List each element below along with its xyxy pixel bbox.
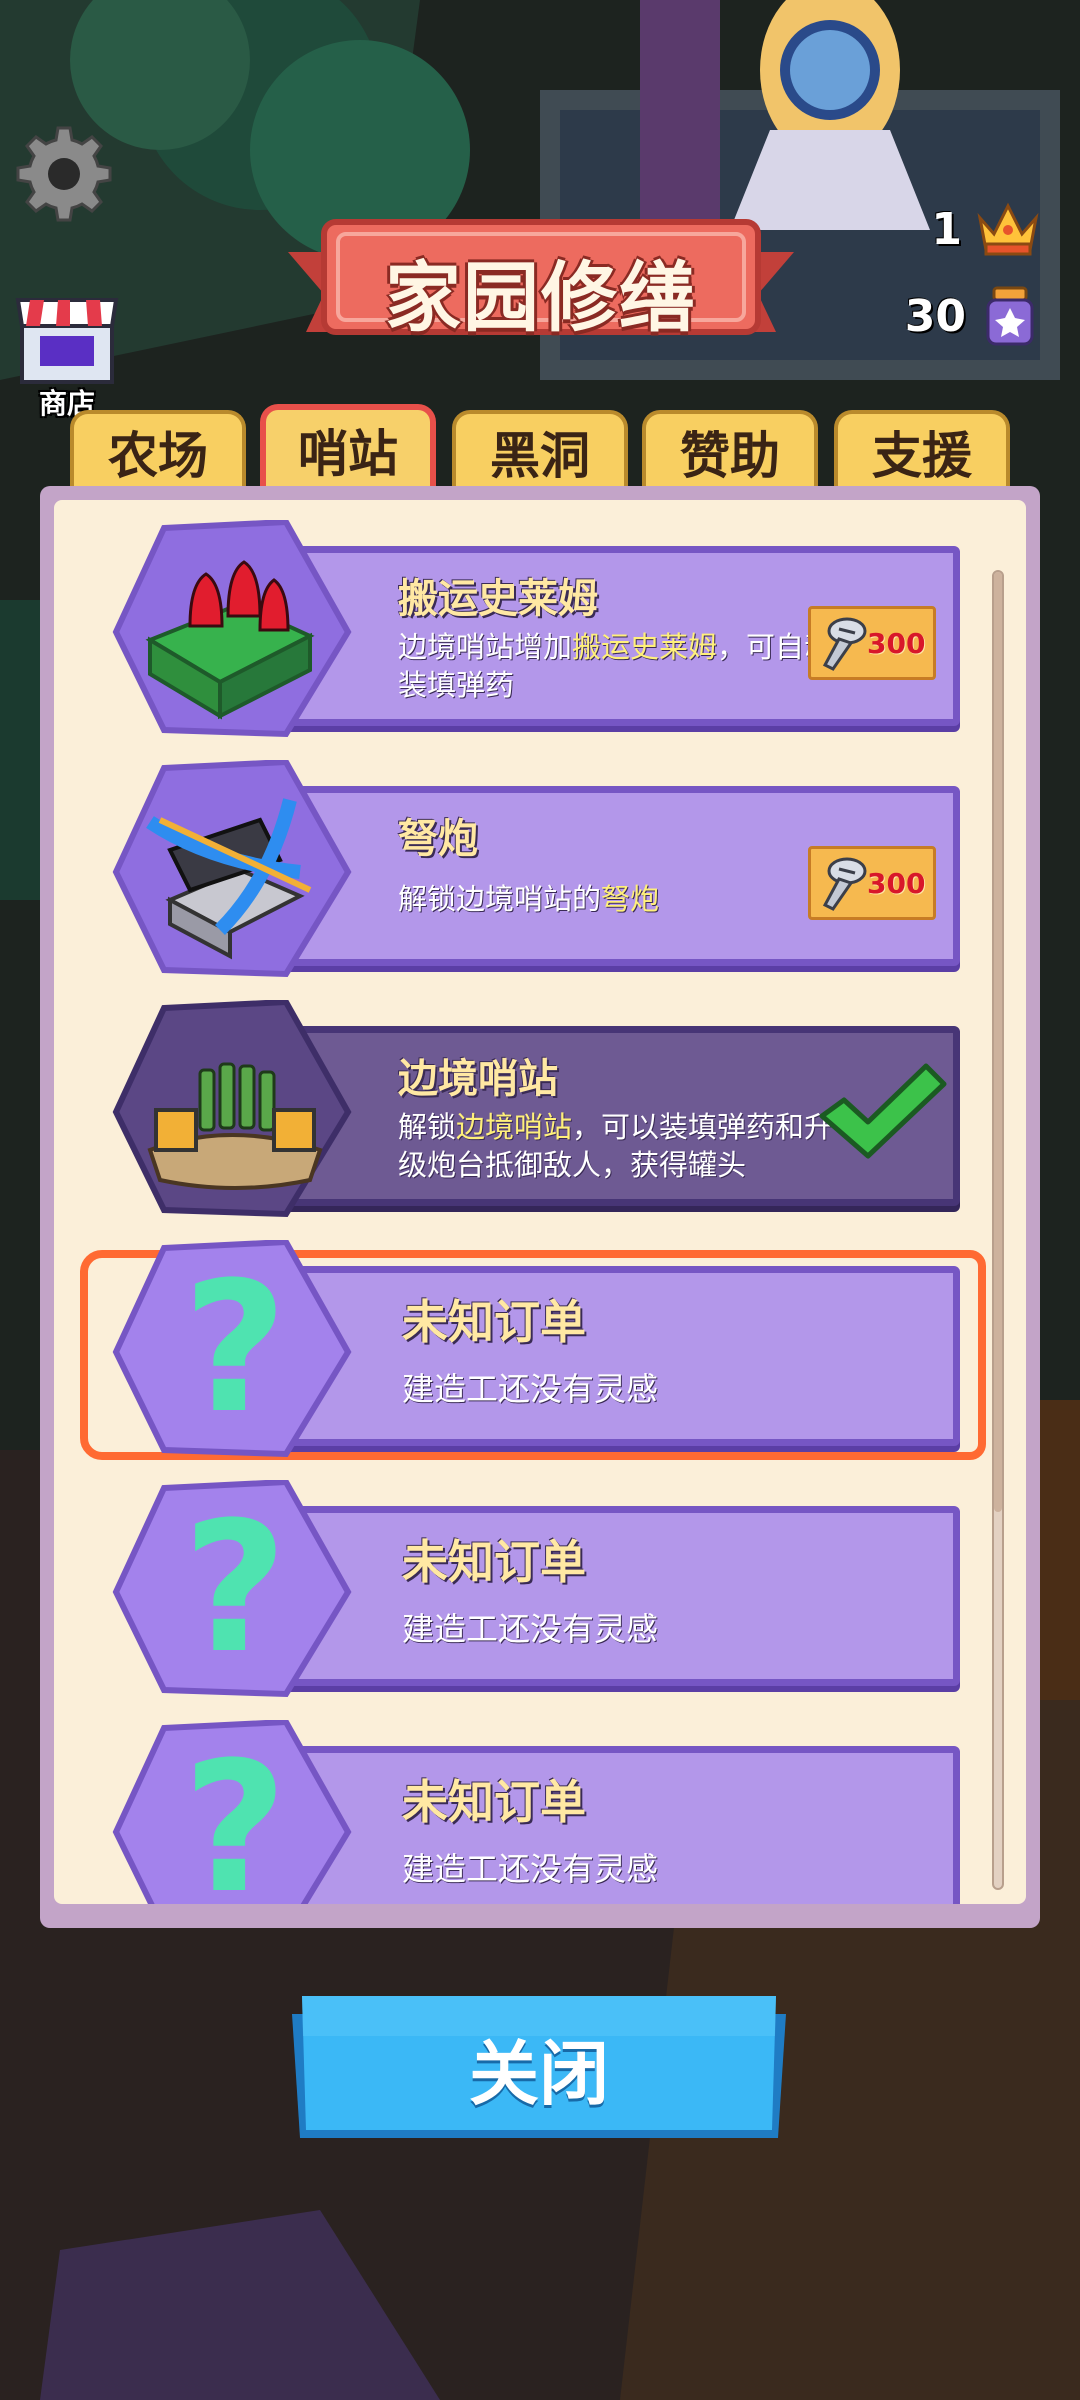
tab-sponsor[interactable]: 赞助: [642, 410, 818, 490]
list-item-ballista: 弩炮 解锁边境哨站的弩炮 300: [90, 760, 1010, 980]
checkmark-icon: [819, 1063, 947, 1159]
item-title: 边境哨站: [398, 1056, 558, 1102]
outpost-icon: [112, 1000, 352, 1218]
tab-outpost[interactable]: 哨站: [260, 404, 436, 490]
close-label: 关闭: [469, 2033, 609, 2115]
crown-count: 1: [931, 203, 962, 255]
gear-icon: [16, 126, 112, 222]
desc-highlight: 边境哨站: [456, 1110, 573, 1144]
close-button[interactable]: 关闭: [292, 1996, 786, 2142]
buy-button[interactable]: 300: [808, 606, 936, 680]
tab-bar: 农场 哨站 黑洞 赞助 支援: [70, 404, 1020, 490]
svg-text:?: ?: [183, 1484, 287, 1693]
item-title: 未知订单: [402, 1295, 586, 1349]
tab-farm[interactable]: 农场: [70, 410, 246, 490]
crown-icon: [977, 202, 1039, 256]
upgrade-panel: 搬运史莱姆 边境哨站增加搬运史莱姆，可自动装填弹药 300 弩炮 解锁边境哨站的…: [40, 486, 1040, 1928]
question-mark-icon: ?: [112, 1240, 352, 1458]
tab-support[interactable]: 支援: [834, 410, 1010, 490]
screw-icon: [822, 857, 867, 911]
question-mark-icon: ?: [112, 1720, 352, 1904]
slime-crate-icon: [112, 520, 352, 738]
list-item-unknown-order: ? 未知订单 建造工还没有灵感: [80, 1240, 1010, 1460]
svg-text:?: ?: [183, 1724, 287, 1904]
tab-black-hole[interactable]: 黑洞: [452, 410, 628, 490]
item-description: 解锁边境哨站，可以装填弹药和升级炮台抵御敌人，获得罐头: [398, 1108, 858, 1184]
item-description: 解锁边境哨站的弩炮: [398, 880, 858, 918]
item-description: 建造工还没有灵感: [402, 1610, 659, 1648]
cost-amount: 300: [867, 866, 926, 900]
screw-icon: [822, 617, 867, 671]
cost-amount: 300: [867, 626, 926, 660]
desc-highlight: 搬运史莱姆: [572, 630, 718, 664]
list-item-unknown-order: ? 未知订单 建造工还没有灵感: [90, 1720, 1010, 1904]
buy-button[interactable]: 300: [808, 846, 936, 920]
svg-text:?: ?: [183, 1244, 287, 1453]
page-title: 家园修缮: [385, 253, 697, 342]
desc-highlight: 弩炮: [601, 882, 660, 916]
shop-button[interactable]: 商店: [14, 290, 120, 420]
title-banner: 家园修缮: [288, 216, 794, 346]
potion-counter: 30: [905, 284, 1040, 348]
scrollbar-thumb[interactable]: [994, 572, 1002, 1512]
desc-text: 解锁边境哨站的: [398, 882, 602, 916]
potion-count: 30: [904, 290, 966, 342]
desc-text: 解锁: [398, 1110, 457, 1144]
item-card: [280, 1506, 960, 1686]
shop-icon: [15, 298, 119, 384]
list-item-unknown-order: ? 未知订单 建造工还没有灵感: [90, 1480, 1010, 1700]
item-description: 边境哨站增加搬运史莱姆，可自动装填弹药: [398, 628, 858, 704]
crown-counter: 1: [931, 200, 1040, 258]
item-title: 搬运史莱姆: [398, 576, 598, 622]
item-description: 建造工还没有灵感: [402, 1370, 659, 1408]
item-title: 弩炮: [398, 816, 478, 862]
potion-icon: [986, 286, 1034, 346]
question-mark-icon: ?: [112, 1480, 352, 1698]
desc-text: 边境哨站增加: [398, 630, 573, 664]
item-description: 建造工还没有灵感: [402, 1850, 659, 1888]
list-item-carry-slime: 搬运史莱姆 边境哨站增加搬运史莱姆，可自动装填弹药 300: [90, 520, 1010, 740]
item-title: 未知订单: [402, 1775, 586, 1829]
scrollbar[interactable]: [992, 570, 1004, 1890]
upgrade-list[interactable]: 搬运史莱姆 边境哨站增加搬运史莱姆，可自动装填弹药 300 弩炮 解锁边境哨站的…: [54, 500, 1026, 1904]
ballista-icon: [112, 760, 352, 978]
item-card: [280, 1266, 960, 1446]
settings-button[interactable]: [14, 124, 114, 224]
item-title: 未知订单: [402, 1535, 586, 1589]
list-item-border-outpost: 边境哨站 解锁边境哨站，可以装填弹药和升级炮台抵御敌人，获得罐头: [90, 1000, 1010, 1220]
